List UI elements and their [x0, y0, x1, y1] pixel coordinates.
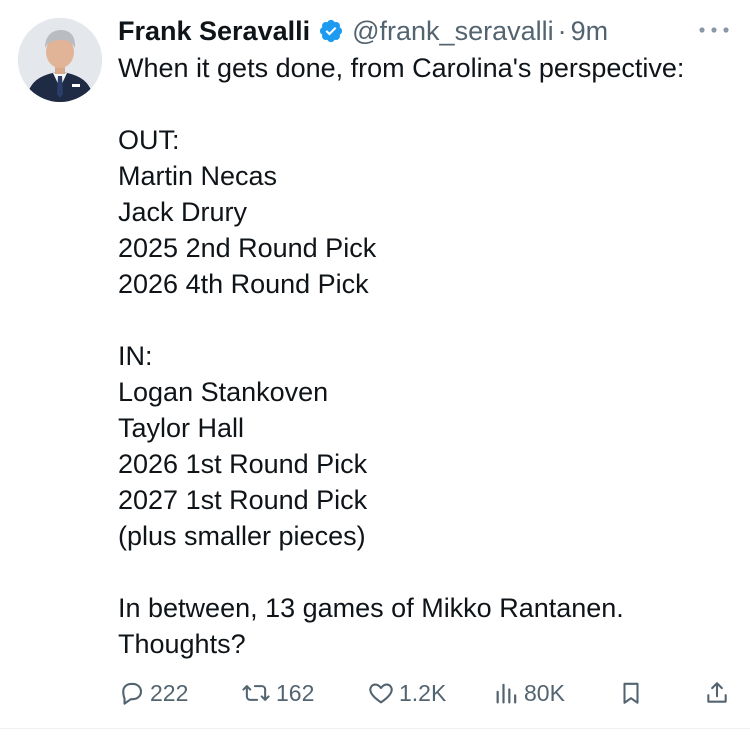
tweet-text-line: 2026 4th Round Pick [118, 269, 369, 299]
tweet-text-line: Taylor Hall [118, 413, 245, 443]
views-bar-chart-icon [496, 683, 517, 704]
author-name[interactable]: Frank Seravalli [118, 14, 310, 48]
tweet-text-line: Jack Drury [118, 197, 248, 227]
tweet-header: Frank Seravalli @frank_seravalli · 9m [118, 14, 608, 48]
tweet-text: When it gets done, from Carolina's persp… [118, 50, 738, 662]
share-button[interactable] [704, 676, 734, 710]
action-bar: 222 162 1.2K 80K [0, 676, 750, 710]
reply-button[interactable]: 222 [118, 676, 188, 710]
tweet-text-line: 2025 2nd Round Pick [118, 233, 377, 263]
heart-icon [369, 683, 393, 704]
tweet: Frank Seravalli @frank_seravalli · 9m Wh… [0, 0, 750, 744]
tweet-text-line: 2026 1st Round Pick [118, 449, 368, 479]
divider [0, 728, 750, 729]
reply-icon [122, 682, 143, 705]
avatar-photo [18, 18, 102, 102]
repost-count: 162 [276, 679, 315, 706]
tweet-text-line: (plus smaller pieces) [118, 521, 366, 551]
more-dots-icon[interactable] [696, 20, 732, 40]
bookmark-icon [623, 682, 639, 704]
tweet-text-line: 2027 1st Round Pick [118, 485, 368, 515]
tweet-text-line: In between, 13 games of Mikko Rantanen. [118, 593, 624, 623]
views-button[interactable]: 80K [494, 676, 565, 710]
repost-button[interactable]: 162 [240, 676, 314, 710]
verified-badge-icon[interactable] [318, 18, 344, 44]
share-icon [707, 682, 727, 703]
tweet-text-line: OUT: [118, 125, 180, 155]
avatar[interactable] [18, 18, 102, 102]
view-count: 80K [524, 679, 565, 706]
tweet-text-line: Logan Stankoven [118, 377, 329, 407]
tweet-text-line: When it gets done, from Carolina's persp… [118, 53, 685, 83]
repost-icon [242, 685, 270, 701]
reply-count: 222 [150, 679, 189, 706]
tweet-text-line: IN: [118, 341, 153, 371]
tweet-text-line: Thoughts? [118, 629, 246, 659]
tweet-text-line: Martin Necas [118, 161, 278, 191]
like-button[interactable]: 1.2K [367, 676, 446, 710]
like-count: 1.2K [399, 679, 447, 706]
bookmark-button[interactable] [618, 676, 648, 710]
author-handle[interactable]: @frank_seravalli [352, 14, 554, 48]
separator-dot: · [557, 16, 567, 46]
timestamp[interactable]: 9m [571, 14, 609, 48]
